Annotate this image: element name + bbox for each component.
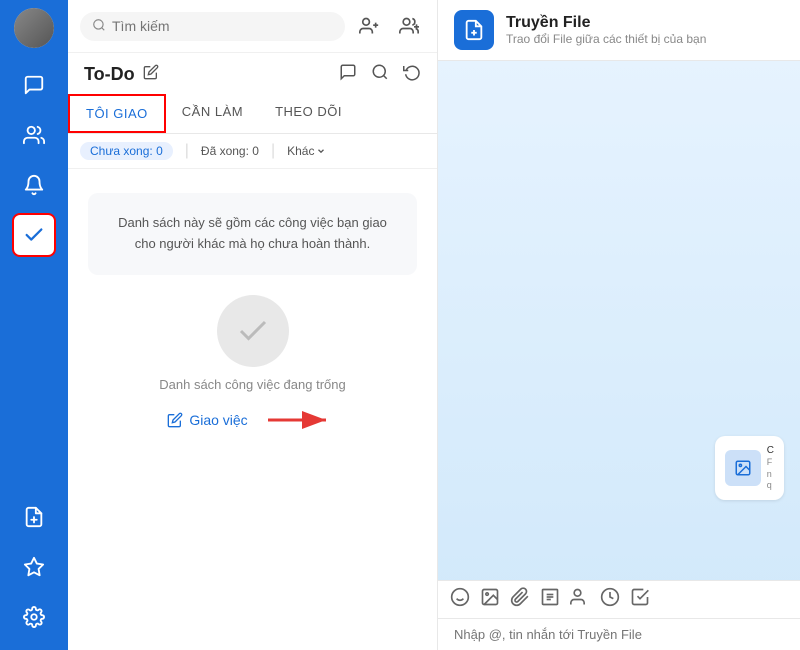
file-transfer-icon[interactable] — [12, 495, 56, 539]
tab-can-lam[interactable]: CẦN LÀM — [166, 94, 259, 133]
search-icon — [92, 18, 106, 35]
empty-check-icon — [217, 295, 289, 367]
tab-theo-doi[interactable]: THEO DÕI — [259, 94, 358, 133]
right-header-title: Truyền File — [506, 14, 784, 32]
todo-header: To-Do — [68, 53, 437, 94]
right-header-info: Truyền File Trao đổi File giữa các thiết… — [506, 14, 784, 46]
search-bar — [68, 0, 437, 53]
tab-toi-giao[interactable]: TÔI GIAO — [68, 94, 166, 133]
todo-icon[interactable] — [12, 213, 56, 257]
sidebar — [0, 0, 68, 650]
right-header: Truyền File Trao đổi File giữa các thiết… — [438, 0, 800, 61]
checklist-icon[interactable] — [630, 587, 650, 612]
todo-edit-icon[interactable] — [143, 64, 159, 85]
todo-title: To-Do — [84, 64, 135, 85]
assign-btn-wrap: Giao việc — [167, 408, 337, 432]
image-icon[interactable] — [480, 587, 500, 612]
empty-state: Danh sách công việc đang trống Giao việc — [159, 295, 345, 432]
assign-task-button[interactable]: Giao việc — [167, 412, 247, 428]
history-action-icon[interactable] — [403, 63, 421, 86]
contacts-icon[interactable] — [12, 113, 56, 157]
todo-tabs: TÔI GIAO CẦN LÀM THEO DÕI — [68, 94, 437, 134]
empty-card-text: Danh sách này sẽ gồm các công việc bạn g… — [112, 213, 393, 255]
done-filter[interactable]: Đã xong: 0 — [201, 144, 259, 158]
assign-btn-label: Giao việc — [189, 412, 247, 428]
red-arrow — [268, 408, 338, 432]
text-format-icon[interactable] — [540, 587, 560, 612]
input-field-row — [438, 619, 800, 650]
right-panel: Truyền File Trao đổi File giữa các thiết… — [438, 0, 800, 650]
search-input[interactable] — [112, 18, 333, 34]
input-toolbar — [438, 580, 800, 618]
search-input-wrap[interactable] — [80, 12, 345, 41]
header-icons — [353, 10, 425, 42]
contact-icon[interactable] — [570, 587, 590, 612]
todo-content: Danh sách này sẽ gồm các công việc bạn g… — [68, 169, 437, 650]
attachment-icon[interactable] — [510, 587, 530, 612]
chat-area: C Fnq — [438, 61, 800, 580]
file-thumbnail — [725, 450, 761, 486]
empty-label: Danh sách công việc đang trống — [159, 377, 345, 392]
search-action-icon[interactable] — [371, 63, 389, 86]
star-icon[interactable] — [12, 545, 56, 589]
message-input[interactable] — [454, 627, 784, 642]
other-filter[interactable]: Khác — [287, 144, 326, 158]
avatar[interactable] — [14, 8, 54, 48]
filter-bar: Chưa xong: 0 | Đã xong: 0 | Khác — [68, 134, 437, 169]
add-friend-icon[interactable] — [353, 10, 385, 42]
chat-action-icon[interactable] — [339, 63, 357, 86]
bell-icon[interactable] — [12, 163, 56, 207]
chat-file-text: C Fnq — [767, 444, 774, 492]
todo-panel: To-Do TÔI GIAO CẦN LÀM THEO DÕI Chư — [68, 0, 438, 650]
empty-info-card: Danh sách này sẽ gồm các công việc bạn g… — [88, 193, 417, 275]
input-area — [438, 618, 800, 650]
chat-icon[interactable] — [12, 63, 56, 107]
add-group-icon[interactable] — [393, 10, 425, 42]
truyen-file-icon — [454, 10, 494, 50]
todo-title-row: To-Do — [84, 63, 421, 86]
settings-icon[interactable] — [12, 595, 56, 639]
right-header-subtitle: Trao đổi File giữa các thiết bị của bạn — [506, 32, 784, 46]
pending-filter[interactable]: Chưa xong: 0 — [80, 142, 173, 160]
chat-bubble-file: C Fnq — [715, 436, 784, 500]
emoji-icon[interactable] — [450, 587, 470, 612]
clock-icon[interactable] — [600, 587, 620, 612]
